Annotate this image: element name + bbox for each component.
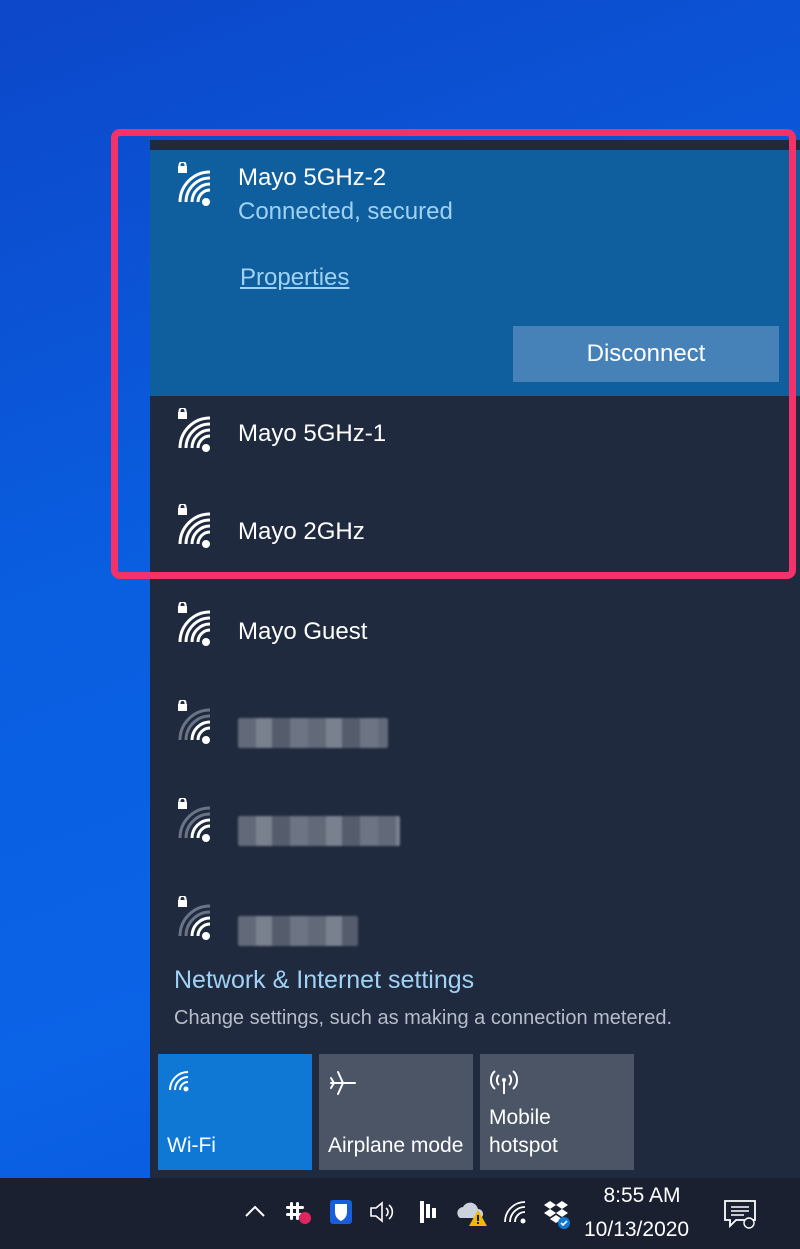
network-item[interactable] [150,690,800,788]
tile-label: Mobile hotspot [489,1106,558,1157]
network-name: Mayo 5GHz-2 [238,164,387,191]
network-name: Mayo 5GHz-1 [238,420,387,447]
network-item[interactable]: Mayo 5GHz-1 [150,396,800,494]
network-name: Mayo Guest [238,618,368,645]
wifi-secured-icon [178,602,211,646]
wifi-secured-icon [178,504,211,548]
tile-label: Airplane mode [328,1134,464,1157]
volume-icon[interactable] [368,1198,398,1226]
onedrive-warning-icon[interactable] [454,1198,490,1228]
network-settings-description: Change settings, such as making a connec… [174,1007,673,1029]
wifi-weak-secured-icon [178,700,211,744]
tile-label: Wi-Fi [167,1134,216,1157]
wifi-icon[interactable] [502,1198,530,1226]
wifi-icon [169,1071,189,1092]
slack-icon[interactable] [284,1198,314,1228]
wifi-weak-secured-icon [178,896,211,940]
dropbox-icon[interactable] [542,1198,574,1230]
network-item-connected[interactable]: Mayo 5GHz-2 Connected, secured Propertie… [150,150,800,396]
obscured-network-name [238,816,400,846]
disconnect-button[interactable]: Disconnect [513,326,779,382]
bitwarden-icon[interactable] [328,1198,354,1226]
network-item[interactable]: Mayo Guest [150,592,800,690]
app-icon[interactable] [416,1198,442,1226]
clock-date[interactable]: 10/13/2020 [584,1218,689,1242]
wifi-weak-secured-icon [178,798,211,842]
network-item[interactable]: Mayo 2GHz [150,494,800,592]
properties-link[interactable]: Properties [240,264,349,292]
airplane-mode-tile[interactable]: Airplane mode [319,1054,473,1170]
wifi-toggle-tile[interactable]: Wi-Fi [158,1054,312,1170]
network-item[interactable] [150,788,800,886]
airplane-icon [330,1071,356,1095]
network-status: Connected, secured [238,198,453,225]
wifi-secured-icon [178,162,211,206]
obscured-network-name [238,916,358,946]
mobile-hotspot-tile[interactable]: Mobile hotspot [480,1054,634,1170]
hotspot-icon [489,1070,519,1094]
chevron-up-icon[interactable] [242,1198,268,1224]
network-settings-link[interactable]: Network & Internet settings [174,966,474,995]
obscured-network-name [238,718,388,748]
wifi-secured-icon [178,408,211,452]
clock-time[interactable]: 8:55 AM [600,1184,684,1208]
network-name: Mayo 2GHz [238,518,365,545]
notifications-icon[interactable] [722,1198,758,1230]
